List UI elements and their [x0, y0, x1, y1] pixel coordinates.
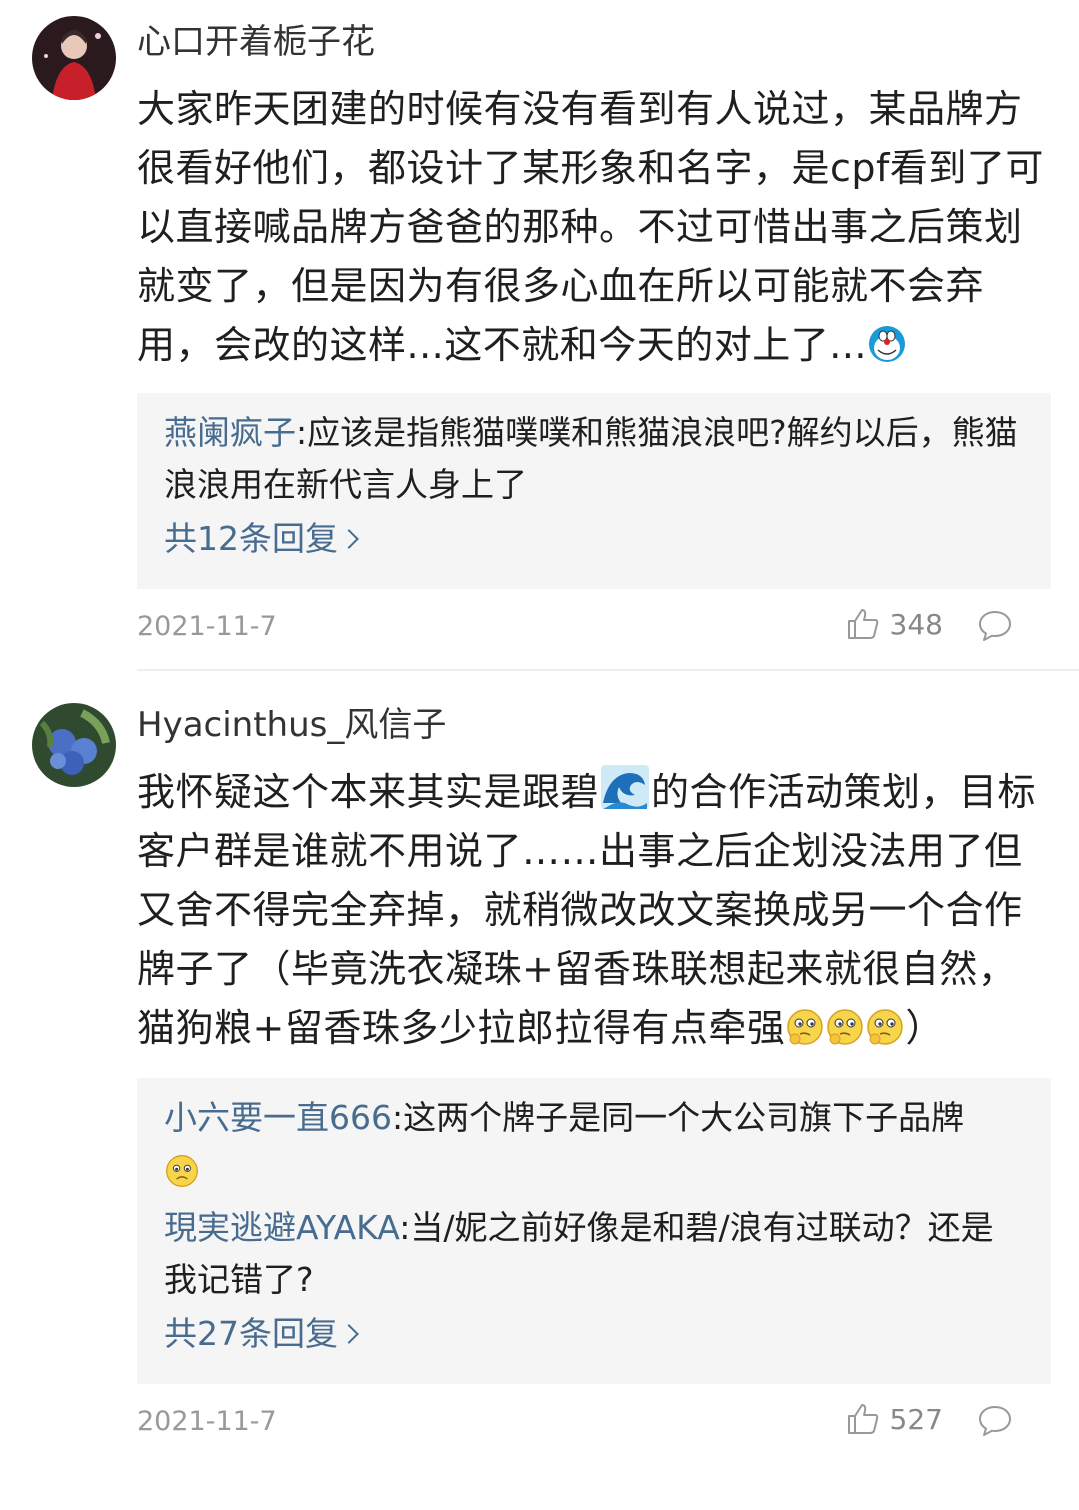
reply-box[interactable]: 燕阑疯子:应该是指熊猫噗噗和熊猫浪浪吧?解约以后，熊猫浪浪用在新代言人身上了 共…: [137, 393, 1051, 589]
chevron-right-icon: [339, 529, 359, 549]
like-count: 527: [889, 1402, 943, 1436]
reply-item[interactable]: 小六要一直666:这两个牌子是同一个大公司旗下子品牌: [164, 1092, 1023, 1196]
comment-meta: 2021-11-7 527: [137, 1384, 1051, 1464]
view-all-replies-link[interactable]: 共27条回复: [164, 1308, 359, 1360]
like-button[interactable]: 527: [846, 1402, 943, 1436]
comment-text: 大家昨天团建的时候有没有看到有人说过，某品牌方很看好他们，都设计了某形象和名字，…: [137, 87, 1044, 367]
wave-emoji-icon: [599, 763, 651, 811]
comment-meta: 2021-11-7 348: [137, 589, 1051, 669]
comment-date: 2021-11-7: [137, 1406, 277, 1437]
comment: Hyacinthus_风信子 我怀疑这个本来其实是跟碧 的合作活动策划，目标客户群…: [0, 671, 1079, 1464]
reply-username[interactable]: 燕阑疯子: [164, 413, 296, 452]
reply-text: :这两个牌子是同一个大公司旗下子品牌: [392, 1098, 965, 1137]
username[interactable]: Hyacinthus_风信子: [137, 699, 1051, 751]
thinking-emoji-icon: [785, 1007, 825, 1047]
like-count: 348: [889, 607, 943, 641]
comment-icon[interactable]: [977, 1404, 1013, 1438]
reply-item[interactable]: 燕阑疯子:应该是指熊猫噗噗和熊猫浪浪吧?解约以后，熊猫浪浪用在新代言人身上了: [164, 407, 1023, 511]
reply-username[interactable]: 現実逃避AYAKA: [164, 1208, 399, 1247]
reply-username[interactable]: 小六要一直666: [164, 1098, 392, 1137]
comment-icon[interactable]: [977, 609, 1013, 643]
thumbs-up-icon: [847, 609, 878, 639]
thinking-emoji-icon: [865, 1007, 905, 1047]
like-button[interactable]: 348: [846, 607, 943, 641]
thumbs-up-icon: [847, 1404, 878, 1434]
thinking-emoji-icon: [825, 1007, 865, 1047]
reply-item[interactable]: 現実逃避AYAKA:当/妮之前好像是和碧/浪有过联动？还是我记错了?: [164, 1202, 1023, 1306]
avatar[interactable]: [32, 16, 116, 100]
chevron-right-icon: [339, 1324, 359, 1344]
comment-text: 我怀疑这个本来其实是跟碧 的合作活动策划，目标客户群是谁就不用说了……出事之后企划…: [137, 763, 1051, 1058]
reply-box[interactable]: 小六要一直666:这两个牌子是同一个大公司旗下子品牌 現実逃避AYAKA:当/妮…: [137, 1078, 1051, 1384]
comment: 心口开着栀子花 大家昨天团建的时候有没有看到有人说过，某品牌方很看好他们，都设计…: [0, 0, 1079, 669]
avatar[interactable]: [32, 703, 116, 787]
doraemon-emoji-icon: [867, 324, 907, 364]
comment-date: 2021-11-7: [137, 611, 277, 642]
username[interactable]: 心口开着栀子花: [137, 16, 1051, 68]
view-all-replies-link[interactable]: 共12条回复: [164, 513, 359, 565]
sad-emoji-icon: [164, 1153, 200, 1189]
